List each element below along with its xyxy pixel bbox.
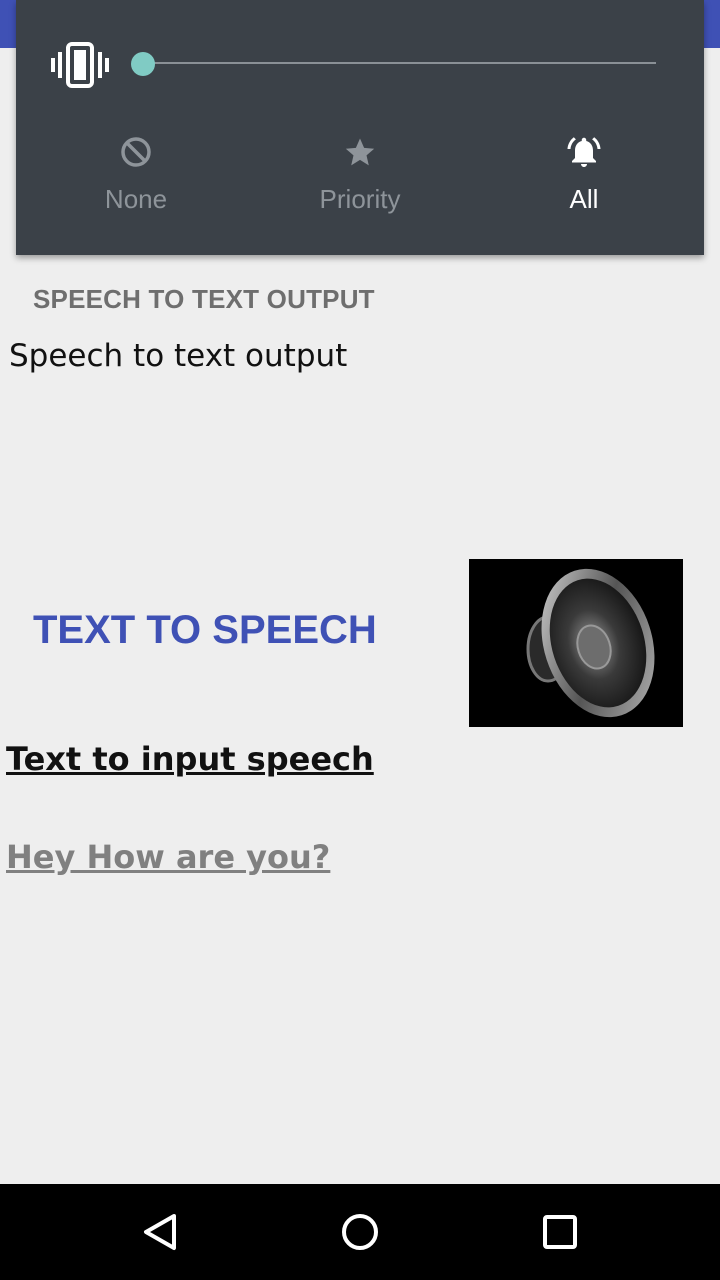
text-to-speech-button[interactable]: TEXT TO SPEECH (33, 608, 377, 653)
mode-none-button[interactable]: None (46, 132, 226, 232)
bell-ringing-icon (564, 132, 604, 172)
mode-none-label: None (104, 184, 168, 214)
star-icon (340, 132, 380, 172)
volume-slider[interactable] (144, 62, 656, 64)
volume-panel: None Priority All (16, 0, 704, 255)
mode-all-label: All (569, 184, 599, 214)
speech-to-text-button[interactable]: SPEECH TO TEXT OUTPUT (33, 284, 375, 315)
block-icon (116, 132, 156, 172)
text-input-field[interactable]: Hey How are you? (6, 838, 330, 876)
text-input-label: Text to input speech (6, 740, 374, 778)
vibrate-icon[interactable] (50, 42, 110, 88)
home-icon[interactable] (336, 1208, 384, 1256)
mode-all-button[interactable]: All (494, 132, 674, 232)
mode-priority-button[interactable]: Priority (270, 132, 450, 232)
volume-slider-thumb[interactable] (131, 52, 155, 76)
back-icon[interactable] (136, 1208, 184, 1256)
speech-to-text-output: Speech to text output (9, 338, 348, 374)
mode-priority-label: Priority (319, 184, 401, 214)
navigation-bar (0, 1184, 720, 1280)
recents-icon[interactable] (536, 1208, 584, 1256)
speaker-icon[interactable] (469, 559, 683, 727)
